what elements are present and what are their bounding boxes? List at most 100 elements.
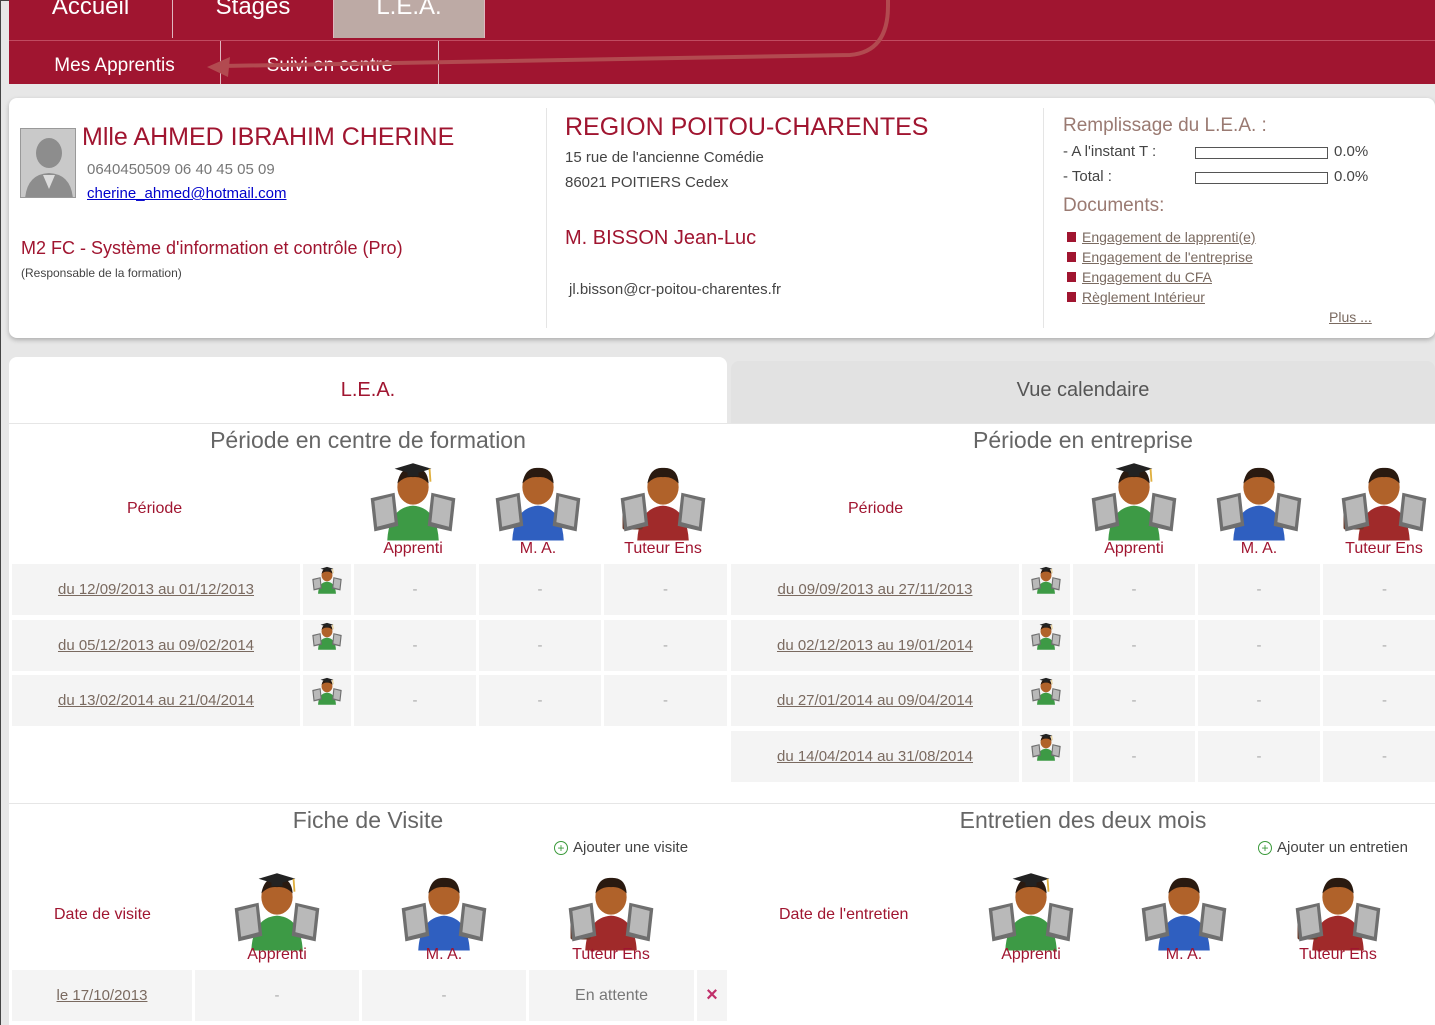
tuteur-status-cell: - bbox=[1323, 564, 1435, 615]
period-link[interactable]: du 09/09/2013 au 27/11/2013 bbox=[778, 581, 973, 598]
period-icon-cell bbox=[303, 564, 351, 615]
lea-content: Période en centre de formation Période e… bbox=[9, 423, 1435, 1025]
annotation-arrow bbox=[207, 0, 890, 77]
period-row: du 13/02/2014 au 21/04/2014- - - bbox=[12, 675, 727, 726]
ma-status-cell: - bbox=[479, 619, 601, 671]
avatar bbox=[20, 128, 76, 198]
more-documents-link[interactable]: Plus ... bbox=[1329, 309, 1372, 325]
visit-date-header: Date de visite bbox=[54, 906, 151, 923]
apprenti-status-cell: - bbox=[1073, 619, 1195, 671]
apprenti-small-icon[interactable] bbox=[1030, 620, 1062, 673]
role-header: M. A. bbox=[1165, 946, 1203, 963]
student-email-link[interactable]: cherine_ahmed@hotmail.com bbox=[87, 185, 287, 202]
document-item[interactable]: Engagement de lapprenti(e) bbox=[1067, 227, 1256, 247]
tuteur-icon bbox=[617, 455, 709, 552]
divider bbox=[9, 423, 1435, 424]
documents-title: Documents: bbox=[1063, 195, 1165, 216]
center-period-title: Période en centre de formation bbox=[210, 427, 526, 453]
role-note: (Responsable de la formation) bbox=[21, 266, 182, 280]
role-header: M. A. bbox=[425, 946, 463, 963]
company-address1: 15 rue de l'ancienne Comédie bbox=[565, 149, 764, 166]
visit-date-cell: le 17/10/2013 bbox=[12, 970, 192, 1021]
ma-status-cell: - bbox=[1198, 730, 1320, 782]
divider bbox=[546, 108, 547, 328]
tab-calendar[interactable]: Vue calendaire bbox=[731, 361, 1435, 423]
program-name: M2 FC - Système d'information et contrôl… bbox=[21, 238, 403, 258]
company-period-title: Période en entreprise bbox=[973, 427, 1193, 453]
period-link[interactable]: du 02/12/2013 au 19/01/2014 bbox=[777, 637, 973, 654]
visit-ma-cell: - bbox=[362, 970, 526, 1021]
ma-status-cell: - bbox=[479, 564, 601, 615]
tuteur-status-cell: - bbox=[1323, 619, 1435, 671]
visit-apprenti-cell: - bbox=[195, 970, 359, 1021]
role-header: Tuteur Ens bbox=[1345, 540, 1423, 557]
add-icon: + bbox=[1258, 841, 1272, 855]
period-link[interactable]: du 05/12/2013 au 09/02/2014 bbox=[58, 637, 254, 654]
delete-icon[interactable]: × bbox=[697, 970, 727, 1021]
ma-status-cell: - bbox=[1198, 619, 1320, 671]
period-row: du 27/01/2014 au 09/04/2014- - - bbox=[731, 675, 1435, 726]
role-header: Apprenti bbox=[1104, 540, 1164, 557]
document-item[interactable]: Engagement de l'entreprise bbox=[1067, 247, 1256, 267]
apprenti-small-icon[interactable] bbox=[1030, 731, 1062, 784]
period-icon-cell bbox=[303, 675, 351, 726]
progress-bar-total bbox=[1195, 172, 1328, 184]
period-row: du 05/12/2013 au 09/02/2014- - - bbox=[12, 619, 727, 673]
tuteur-status-cell: - bbox=[1323, 675, 1435, 726]
fill-total-label: - Total : bbox=[1063, 168, 1112, 185]
role-header: Apprenti bbox=[247, 946, 307, 963]
ma-status-cell: - bbox=[1198, 675, 1320, 726]
period-row: du 02/12/2013 au 19/01/2014- - - bbox=[731, 619, 1435, 673]
visit-date-link[interactable]: le 17/10/2013 bbox=[57, 987, 148, 1004]
ma-status-cell: - bbox=[479, 675, 601, 726]
role-header: Tuteur Ens bbox=[624, 540, 702, 557]
apprenti-small-icon[interactable] bbox=[1030, 564, 1062, 617]
add-visit-link[interactable]: + Ajouter une visite bbox=[554, 839, 688, 856]
apprenti-status-cell: - bbox=[1073, 675, 1195, 726]
tab-lea[interactable]: L.E.A. bbox=[9, 357, 727, 423]
tuteur-status-cell: - bbox=[1323, 730, 1435, 782]
apprenti-small-icon[interactable] bbox=[1030, 675, 1062, 728]
company-email: jl.bisson@cr-poitou-charentes.fr bbox=[569, 281, 781, 298]
interview-date-header: Date de l'entretien bbox=[779, 906, 909, 923]
download-icon bbox=[1067, 272, 1076, 282]
apprenti-small-icon[interactable] bbox=[311, 564, 343, 617]
period-link[interactable]: du 12/09/2013 au 01/12/2013 bbox=[58, 581, 254, 598]
period-header: Période bbox=[127, 500, 183, 517]
document-item[interactable]: Règlement Intérieur bbox=[1067, 287, 1256, 307]
period-icon-cell bbox=[1022, 564, 1070, 615]
divider bbox=[9, 803, 1435, 804]
role-header: Apprenti bbox=[383, 540, 443, 557]
apprenti-status-cell: - bbox=[354, 675, 476, 726]
add-interview-link[interactable]: + Ajouter un entretien bbox=[1258, 839, 1408, 856]
document-item[interactable]: Engagement du CFA bbox=[1067, 267, 1256, 287]
fill-instant-value: 0.0% bbox=[1334, 143, 1369, 160]
ma-status-cell: - bbox=[1198, 564, 1320, 615]
apprenti-small-icon[interactable] bbox=[311, 675, 343, 728]
period-icon-cell bbox=[1022, 730, 1070, 784]
period-cell: du 02/12/2013 au 19/01/2014 bbox=[731, 619, 1019, 671]
add-icon: + bbox=[554, 841, 568, 855]
period-link[interactable]: du 14/04/2014 au 31/08/2014 bbox=[777, 748, 973, 765]
visits-title: Fiche de Visite bbox=[292, 807, 444, 833]
fill-instant-label: - A l'instant T : bbox=[1063, 143, 1157, 160]
tuteur-status-cell: - bbox=[604, 675, 727, 726]
divider bbox=[1043, 108, 1044, 328]
period-cell: du 14/04/2014 au 31/08/2014 bbox=[731, 730, 1019, 782]
company-contact: M. BISSON Jean-Luc bbox=[565, 227, 757, 249]
apprenti-small-icon[interactable] bbox=[311, 620, 343, 673]
period-row: du 14/04/2014 au 31/08/2014- - - bbox=[731, 730, 1435, 784]
role-header: M. A. bbox=[519, 540, 557, 557]
period-row: du 09/09/2013 au 27/11/2013- - - bbox=[731, 564, 1435, 615]
tuteur-icon bbox=[1338, 455, 1430, 552]
download-icon bbox=[1067, 292, 1076, 302]
apprenti-status-cell: - bbox=[1073, 730, 1195, 782]
period-link[interactable]: du 13/02/2014 au 21/04/2014 bbox=[58, 692, 254, 709]
maitre-apprentissage-icon bbox=[492, 455, 584, 552]
fill-title: Remplissage du L.E.A. : bbox=[1063, 115, 1267, 136]
period-link[interactable]: du 27/01/2014 au 09/04/2014 bbox=[777, 692, 973, 709]
period-cell: du 27/01/2014 au 09/04/2014 bbox=[731, 675, 1019, 726]
progress-bar-instant bbox=[1195, 147, 1328, 159]
period-cell: du 12/09/2013 au 01/12/2013 bbox=[12, 564, 300, 615]
role-header: Apprenti bbox=[1001, 946, 1061, 963]
